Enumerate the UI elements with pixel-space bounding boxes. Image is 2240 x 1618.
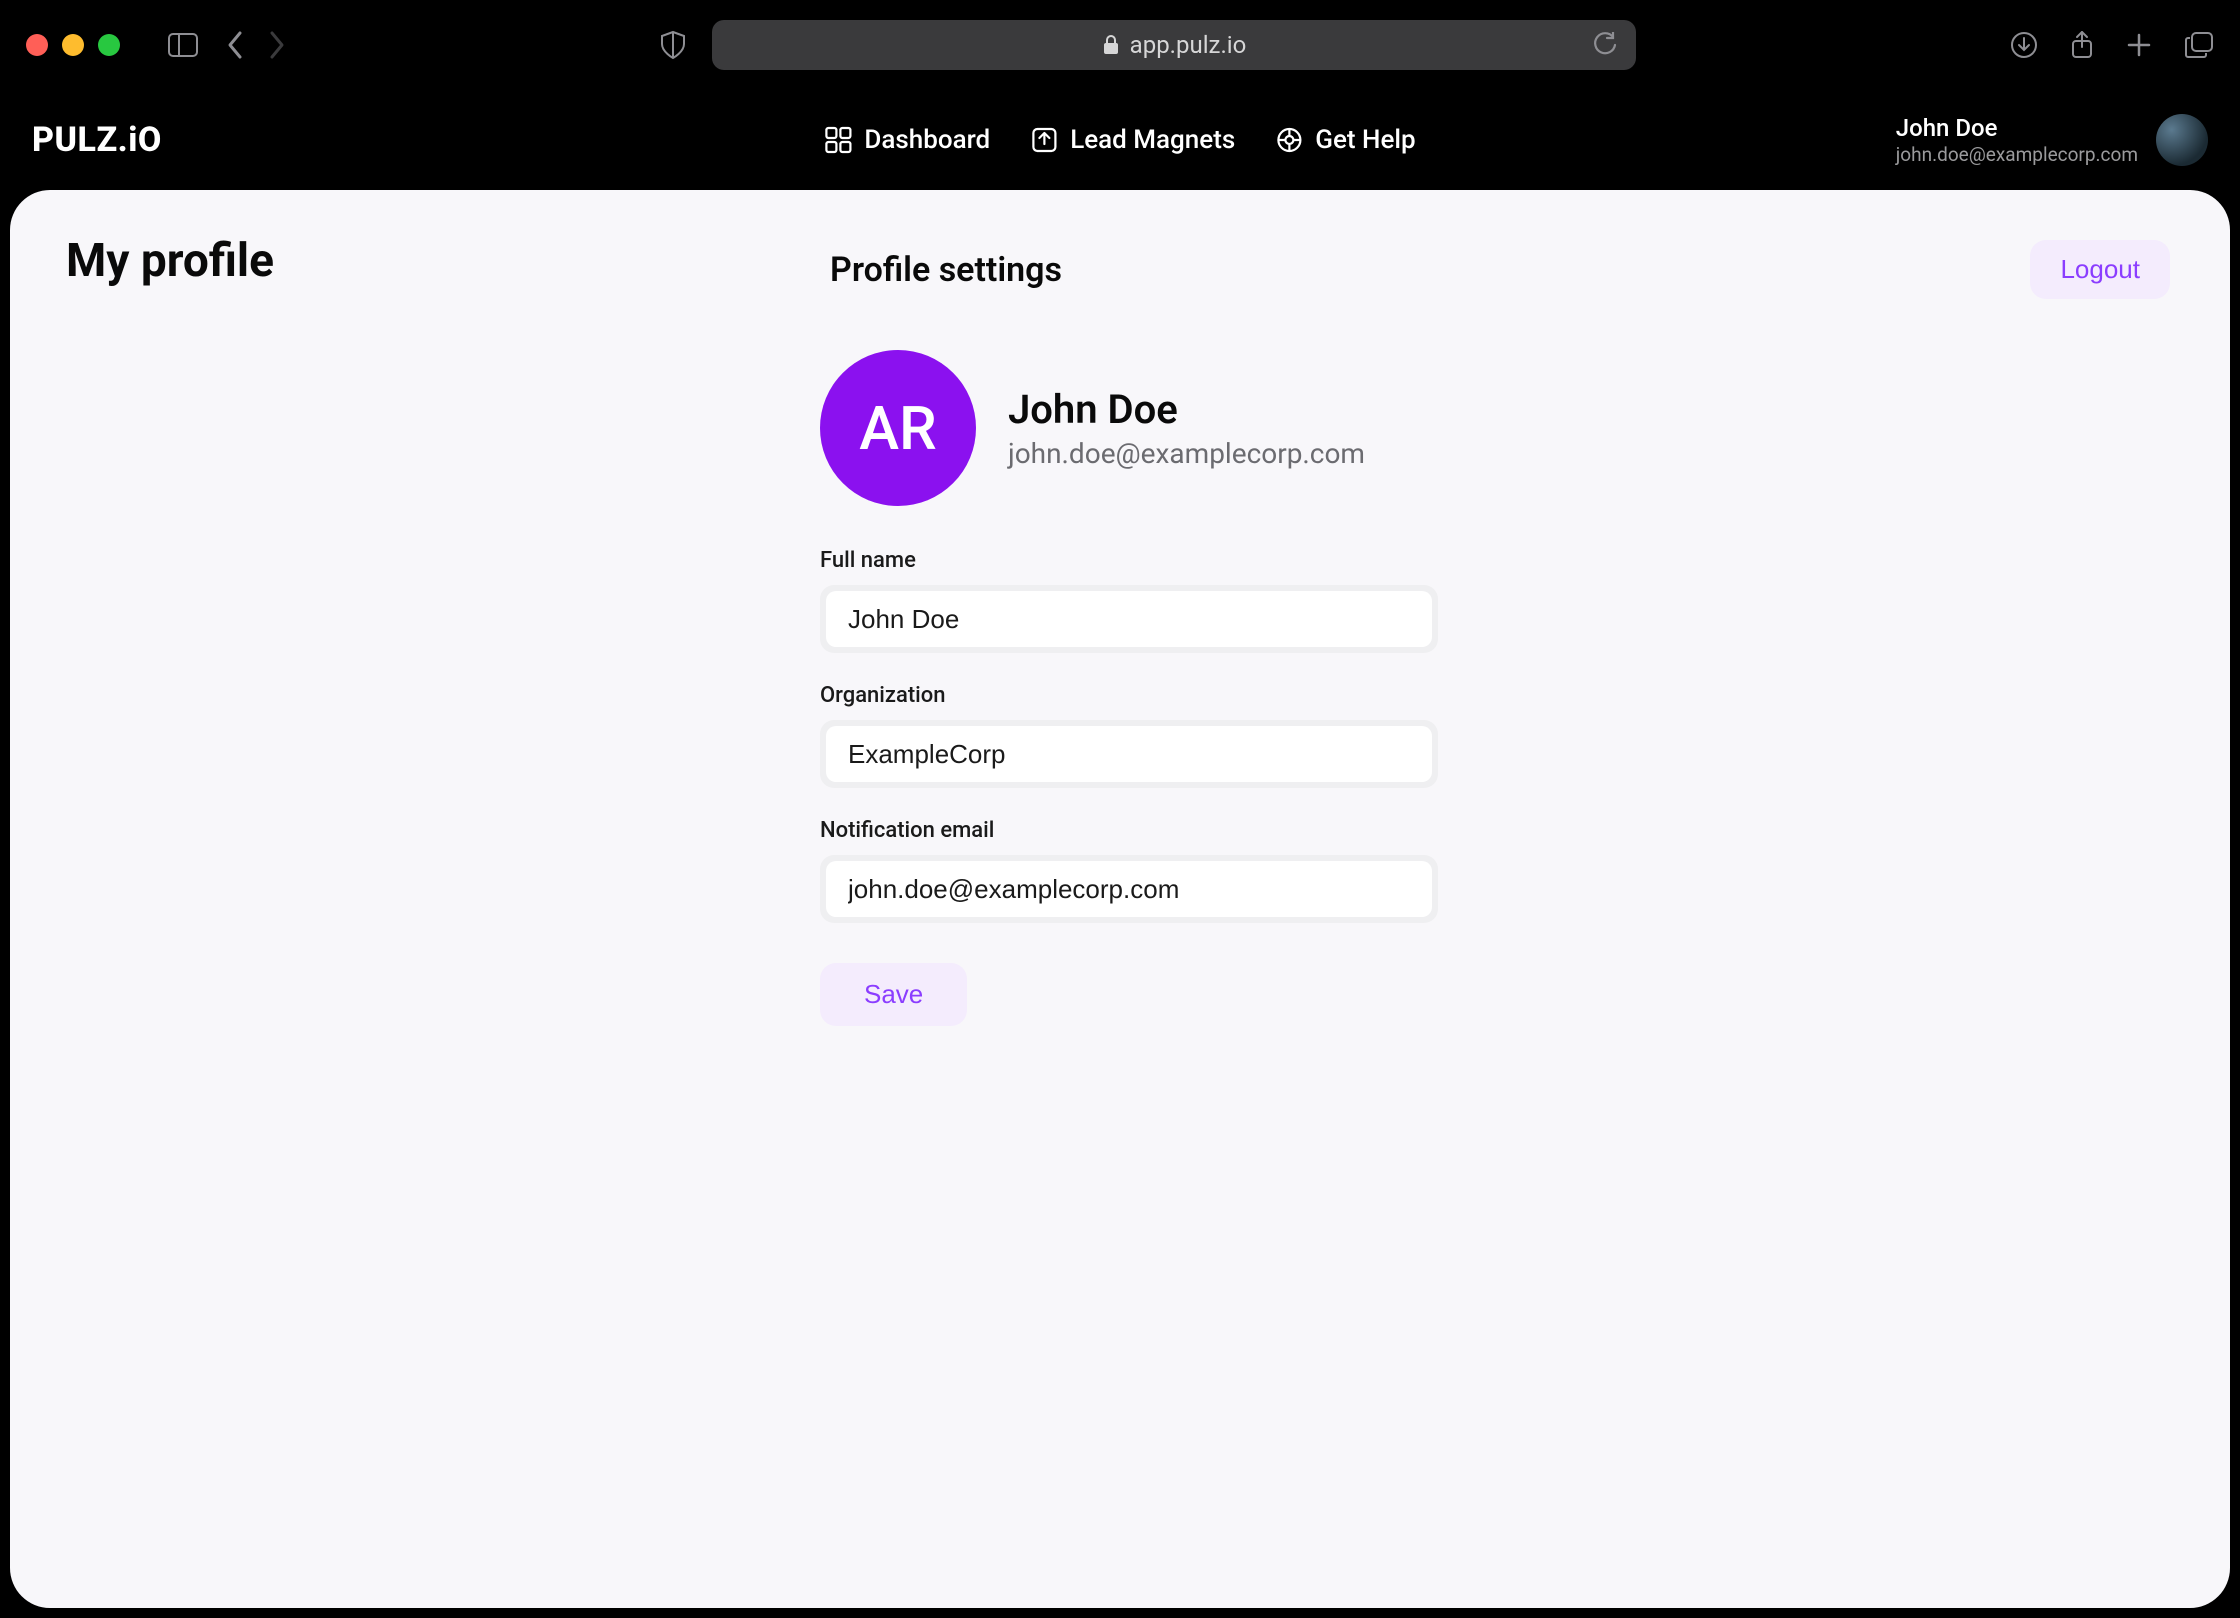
window-zoom-icon[interactable] <box>98 34 120 56</box>
content-card: My profile Profile settings Logout AR Jo… <box>10 190 2230 1608</box>
reload-icon[interactable] <box>1592 32 1618 58</box>
grid-icon <box>824 126 852 154</box>
new-tab-icon[interactable] <box>2126 32 2152 58</box>
share-icon[interactable] <box>2070 30 2094 60</box>
url-text: app.pulz.io <box>1130 31 1247 59</box>
nav-lead-magnets[interactable]: Lead Magnets <box>1030 125 1235 155</box>
main-nav: Dashboard Lead Magnets Get Help <box>824 125 1415 155</box>
profile-name: John Doe <box>1008 386 1365 433</box>
nav-dashboard[interactable]: Dashboard <box>824 125 990 155</box>
address-bar[interactable]: app.pulz.io <box>712 20 1636 70</box>
nav-forward-icon[interactable] <box>268 30 286 60</box>
save-button[interactable]: Save <box>820 963 967 1026</box>
header-user-name: John Doe <box>1896 114 2138 143</box>
window-minimize-icon[interactable] <box>62 34 84 56</box>
window-controls <box>26 34 120 56</box>
profile-avatar: AR <box>820 350 976 506</box>
profile-summary: AR John Doe john.doe@examplecorp.com <box>820 350 1365 506</box>
organization-input[interactable] <box>826 726 1432 782</box>
header-user[interactable]: John Doe john.doe@examplecorp.com <box>1896 114 2208 166</box>
import-icon <box>1030 126 1058 154</box>
avatar[interactable] <box>2156 114 2208 166</box>
browser-chrome: app.pulz.io <box>0 0 2240 90</box>
tab-overview-icon[interactable] <box>2184 31 2214 59</box>
profile-email: john.doe@examplecorp.com <box>1008 437 1365 470</box>
nav-get-help[interactable]: Get Help <box>1275 125 1415 155</box>
downloads-icon[interactable] <box>2010 31 2038 59</box>
sidebar-toggle-icon[interactable] <box>166 28 200 62</box>
full-name-label: Full name <box>820 548 1438 573</box>
privacy-shield-icon[interactable] <box>660 30 686 60</box>
logout-button[interactable]: Logout <box>2030 240 2170 299</box>
nav-item-label: Lead Magnets <box>1070 125 1235 155</box>
nav-item-label: Dashboard <box>864 125 990 155</box>
section-title: Profile settings <box>830 250 1062 290</box>
app-header: PULZ.iO Dashboard Lead Magnets Get Help … <box>0 90 2240 190</box>
organization-label: Organization <box>820 683 1438 708</box>
profile-form: Full name Organization Notification emai… <box>820 548 1438 1026</box>
brand-logo[interactable]: PULZ.iO <box>32 120 162 160</box>
notification-email-label: Notification email <box>820 818 1438 843</box>
notification-email-input[interactable] <box>826 861 1432 917</box>
nav-back-icon[interactable] <box>226 30 244 60</box>
header-user-email: john.doe@examplecorp.com <box>1896 143 2138 166</box>
lock-icon <box>1102 34 1120 56</box>
nav-item-label: Get Help <box>1315 125 1415 155</box>
help-icon <box>1275 126 1303 154</box>
full-name-input[interactable] <box>826 591 1432 647</box>
window-close-icon[interactable] <box>26 34 48 56</box>
